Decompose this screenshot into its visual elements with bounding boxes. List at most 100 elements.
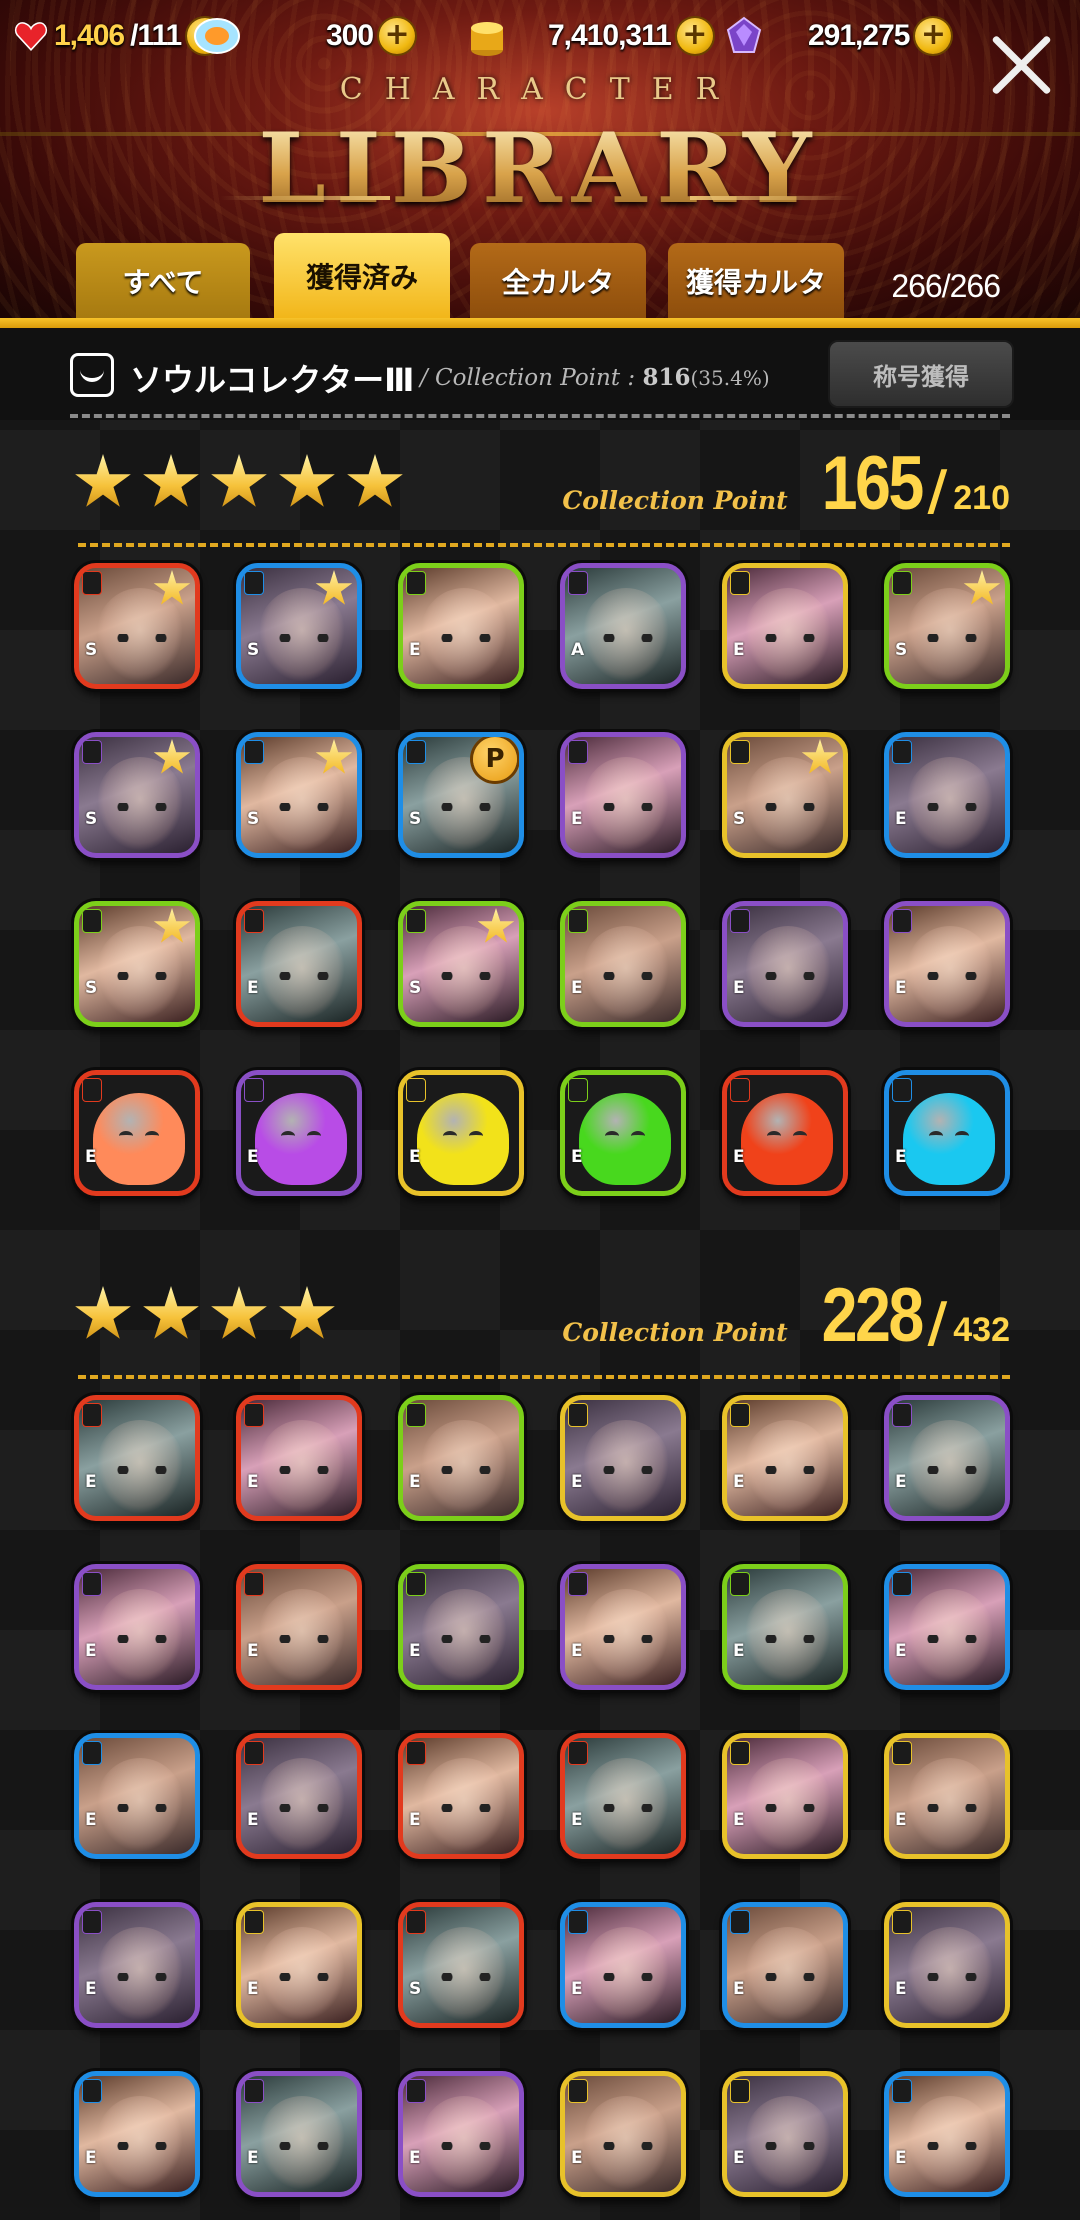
character-tile[interactable]: E xyxy=(560,1733,686,1859)
character-tile[interactable]: A xyxy=(560,563,686,689)
wind-element-icon xyxy=(82,909,102,933)
character-tile[interactable]: E xyxy=(236,1070,362,1196)
character-tile[interactable]: E xyxy=(884,732,1010,858)
portrait-eyes xyxy=(603,803,653,811)
character-tile[interactable]: S xyxy=(74,563,200,689)
rank-label: E xyxy=(247,1979,259,1999)
character-tile[interactable]: E xyxy=(74,1070,200,1196)
add-crystals-button[interactable]: + xyxy=(915,18,952,54)
character-tile[interactable]: E xyxy=(398,1395,524,1521)
character-tile[interactable]: E xyxy=(398,1733,524,1859)
light-element-icon xyxy=(730,1403,750,1427)
fire-element-icon xyxy=(244,909,264,933)
dark-element-icon xyxy=(406,2079,426,2103)
character-tile[interactable]: E xyxy=(722,1733,848,1859)
character-tile[interactable]: E xyxy=(722,1564,848,1690)
character-tile[interactable]: S xyxy=(74,732,200,858)
character-tile[interactable]: E xyxy=(236,1395,362,1521)
character-tile[interactable]: E xyxy=(398,1070,524,1196)
character-tile[interactable]: E xyxy=(884,1564,1010,1690)
character-tile[interactable]: E xyxy=(236,1902,362,2028)
character-tile[interactable]: E xyxy=(560,1564,686,1690)
character-tile[interactable]: S xyxy=(398,901,524,1027)
character-tile[interactable]: E xyxy=(884,1395,1010,1521)
tab-acquired-karuta[interactable]: 獲得カルタ xyxy=(668,243,844,318)
character-tile[interactable]: E xyxy=(236,2071,362,2197)
close-icon[interactable] xyxy=(986,30,1056,100)
claim-title-button[interactable]: 称号獲得 xyxy=(828,340,1014,408)
wind-element-icon xyxy=(568,1078,588,1102)
character-tile[interactable]: E xyxy=(722,1902,848,2028)
add-gems-button[interactable]: + xyxy=(379,18,416,54)
tab-acquired[interactable]: 獲得済み xyxy=(274,233,450,318)
portrait-eyes xyxy=(279,2142,329,2150)
character-tile[interactable]: S xyxy=(236,563,362,689)
water-element-icon xyxy=(244,740,264,764)
fire-element-icon xyxy=(82,1078,102,1102)
portrait-eyes xyxy=(603,1973,653,1981)
character-tile[interactable]: E xyxy=(398,563,524,689)
collection-point-total: 432 xyxy=(953,1311,1010,1349)
character-tile[interactable]: E xyxy=(560,1902,686,2028)
character-tile[interactable]: E xyxy=(722,2071,848,2197)
rank-label: E xyxy=(247,2148,259,2168)
section-divider xyxy=(78,543,1010,547)
rank-label: S xyxy=(85,640,98,660)
character-tile[interactable]: E xyxy=(398,2071,524,2197)
character-tile[interactable]: E xyxy=(560,2071,686,2197)
rank-label: S xyxy=(409,1979,422,1999)
light-element-icon xyxy=(730,740,750,764)
character-tile[interactable]: E xyxy=(398,1564,524,1690)
portrait-eyes xyxy=(441,2142,491,2150)
character-tile[interactable]: S xyxy=(236,732,362,858)
character-tile[interactable]: E xyxy=(722,1395,848,1521)
water-element-icon xyxy=(892,740,912,764)
character-tile[interactable]: E xyxy=(560,1070,686,1196)
character-tile[interactable]: E xyxy=(74,1902,200,2028)
character-tile[interactable]: E xyxy=(722,901,848,1027)
wind-element-icon xyxy=(406,571,426,595)
light-element-icon xyxy=(568,2079,588,2103)
slime-eye xyxy=(955,1131,969,1141)
character-tile[interactable]: E xyxy=(74,1733,200,1859)
slime-eye xyxy=(443,1131,457,1141)
portrait-eyes xyxy=(603,1804,653,1812)
slime-portrait xyxy=(255,1093,347,1185)
character-tile[interactable]: E xyxy=(884,2071,1010,2197)
character-tile[interactable]: E xyxy=(74,1395,200,1521)
character-tile[interactable]: S xyxy=(398,1902,524,2028)
character-tile[interactable]: E xyxy=(236,1733,362,1859)
dark-element-icon xyxy=(82,1910,102,1934)
character-tile[interactable]: E xyxy=(722,563,848,689)
character-tile[interactable]: S xyxy=(722,732,848,858)
character-tile[interactable]: E xyxy=(560,1395,686,1521)
rarity-star-icon xyxy=(75,454,131,507)
character-tile[interactable]: E xyxy=(722,1070,848,1196)
character-tile[interactable]: S xyxy=(884,563,1010,689)
tab-all[interactable]: すべて xyxy=(76,243,250,318)
slime-portrait xyxy=(579,1093,671,1185)
add-coins-button[interactable]: + xyxy=(676,18,713,54)
character-tile[interactable]: E xyxy=(884,901,1010,1027)
character-tile[interactable]: S xyxy=(74,901,200,1027)
portrait-eyes xyxy=(441,634,491,642)
portrait-eyes xyxy=(279,634,329,642)
dark-element-icon xyxy=(244,2079,264,2103)
character-tile[interactable]: E xyxy=(884,1733,1010,1859)
character-tile[interactable]: E xyxy=(236,1564,362,1690)
character-tile[interactable]: E xyxy=(74,1564,200,1690)
character-tile[interactable]: E xyxy=(236,901,362,1027)
character-tile[interactable]: E xyxy=(74,2071,200,2197)
character-tile[interactable]: E xyxy=(560,901,686,1027)
character-tile[interactable]: SP xyxy=(398,732,524,858)
rank-label: E xyxy=(733,2148,745,2168)
character-tile[interactable]: E xyxy=(884,1070,1010,1196)
rank-label: E xyxy=(85,1641,97,1661)
portrait-eyes xyxy=(765,2142,815,2150)
character-tile[interactable]: E xyxy=(560,732,686,858)
character-tile[interactable]: E xyxy=(884,1902,1010,2028)
rank-label: E xyxy=(409,1147,421,1167)
rarity-star-icon xyxy=(143,1286,199,1339)
tab-all-karuta[interactable]: 全カルタ xyxy=(470,243,646,318)
dark-element-icon xyxy=(892,1403,912,1427)
